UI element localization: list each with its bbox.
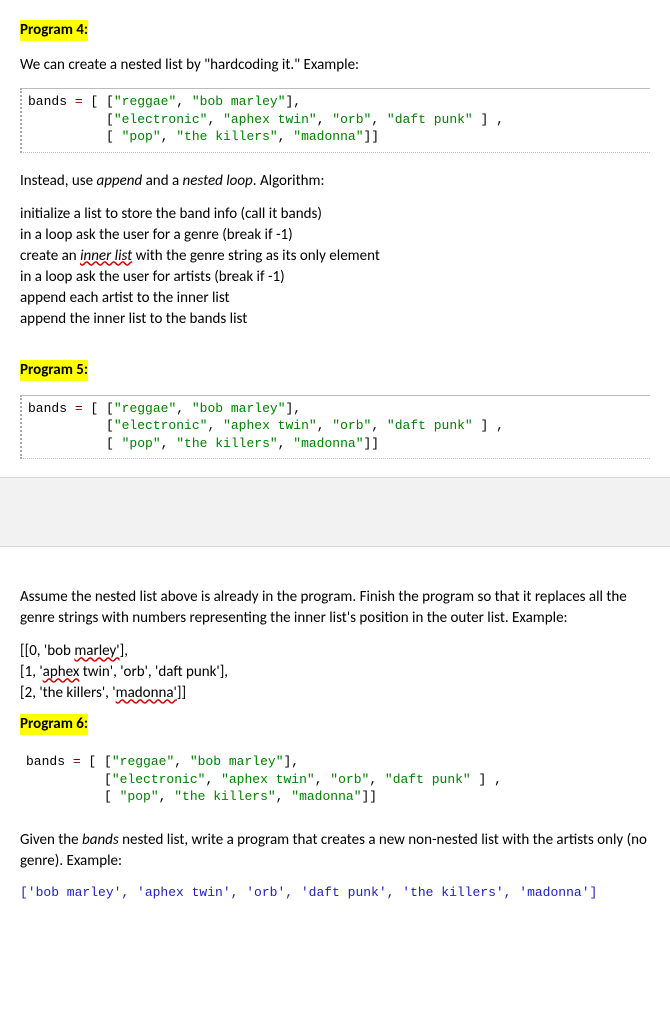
program4-intro: We can create a nested list by "hardcodi…	[20, 55, 650, 76]
program6-output: ['bob marley', 'aphex twin', 'orb', 'daf…	[20, 884, 650, 902]
program6-title: Program 6:	[20, 714, 88, 735]
program4-title: Program 4:	[20, 20, 88, 41]
program5-example-output: [[0, 'bob marley'], [1, 'aphex twin', 'o…	[20, 641, 650, 704]
page-break	[0, 477, 670, 547]
program6-code: bands = [ ["reggae", "bob marley"], ["el…	[20, 749, 650, 812]
program4-code: bands = [ ["reggae", "bob marley"], ["el…	[20, 88, 650, 153]
program4-algorithm: initialize a list to store the band info…	[20, 204, 650, 330]
program6-task: Given the bands nested list, write a pro…	[20, 830, 650, 872]
program5-code: bands = [ ["reggae", "bob marley"], ["el…	[20, 395, 650, 460]
program5-task: Assume the nested list above is already …	[20, 587, 650, 629]
program5-title: Program 5:	[20, 360, 88, 381]
program4-instead: Instead, use append and a nested loop. A…	[20, 171, 650, 192]
